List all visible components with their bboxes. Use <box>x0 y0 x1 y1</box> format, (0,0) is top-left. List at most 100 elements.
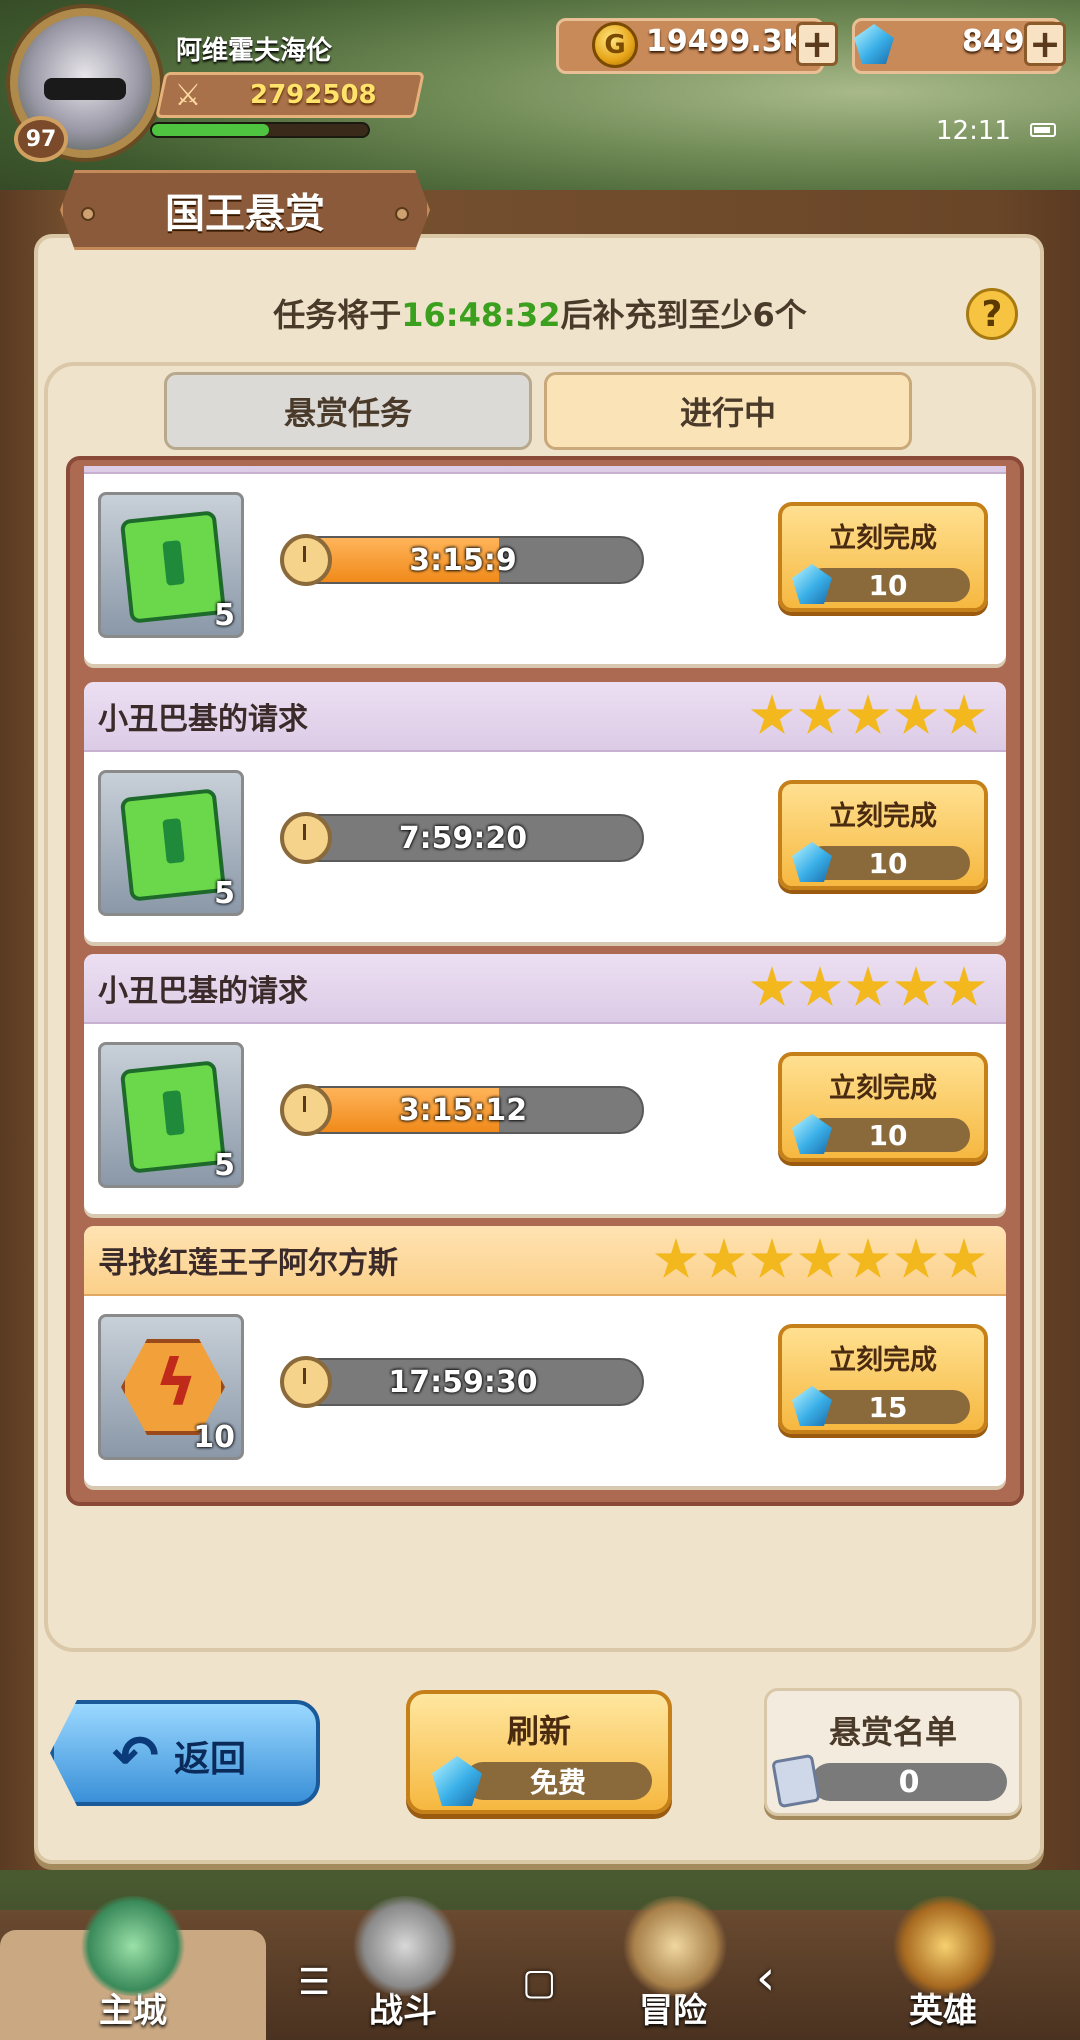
star-icon <box>894 694 938 735</box>
complete-now-button[interactable]: 立刻完成 10 <box>778 1052 988 1162</box>
help-button[interactable]: ? <box>966 288 1018 340</box>
quest-title: 小丑巴基的请求 <box>98 974 308 1009</box>
system-home-button[interactable]: ▢ <box>522 1962 556 2003</box>
stopwatch-icon <box>280 534 332 586</box>
add-gems-button[interactable]: + <box>1024 22 1066 66</box>
exp-bar <box>150 122 370 138</box>
power-value: 2792508 <box>250 80 377 110</box>
complete-now-button[interactable]: 立刻完成 15 <box>778 1324 988 1434</box>
page-title: 国王悬赏 <box>165 191 325 237</box>
quest-list-scroll[interactable]: 5 3:15:9 立刻完成 10 小丑巴基的请求 5 7:59:20 立刻完成 10 小丑巴基的请… <box>84 466 1006 1496</box>
rivet-icon <box>395 207 409 221</box>
star-icon <box>894 966 938 1007</box>
complete-now-label: 立刻完成 <box>829 1345 937 1376</box>
exp-bar-fill <box>152 124 269 136</box>
stopwatch-icon <box>280 1356 332 1408</box>
return-arrow-icon: ↶ <box>112 1724 159 1789</box>
scroll-icon <box>119 510 227 624</box>
quest-body: 5 3:15:12 立刻完成 10 <box>84 1024 1006 1214</box>
complete-cost: 10 <box>806 1118 970 1152</box>
quest-title: 寻找红莲王子阿尔方斯 <box>98 1246 398 1281</box>
complete-cost: 10 <box>806 568 970 602</box>
reward-item[interactable]: 5 <box>98 1042 244 1188</box>
complete-now-label: 立刻完成 <box>829 1073 937 1104</box>
refill-prefix: 任务将于 <box>273 296 402 334</box>
star-icon <box>846 966 890 1007</box>
quest-timer-text: 3:15:9 <box>409 542 517 578</box>
quest-timer-text: 17:59:30 <box>388 1364 538 1400</box>
crossed-swords-icon <box>350 1896 460 1996</box>
complete-cost: 15 <box>806 1390 970 1424</box>
stopwatch-icon <box>280 1084 332 1136</box>
star-icon <box>942 966 986 1007</box>
gold-coin-icon: G <box>592 22 638 68</box>
player-name: 阿维霍夫海伦 <box>176 36 333 66</box>
reward-item[interactable]: 5 <box>98 770 244 916</box>
crossed-swords-icon: ⚔ <box>174 78 202 113</box>
system-menu-button[interactable]: ☰ <box>298 1962 330 2003</box>
scroll-icon <box>119 1060 227 1174</box>
tab-bounty-tasks[interactable]: 悬赏任务 <box>164 372 532 450</box>
complete-now-button[interactable]: 立刻完成 10 <box>778 502 988 612</box>
complete-now-label: 立刻完成 <box>829 801 937 832</box>
stopwatch-icon <box>280 812 332 864</box>
star-icon <box>846 694 890 735</box>
star-icon <box>702 1238 746 1279</box>
avatar-blindfold <box>44 78 126 100</box>
roster-label: 悬赏名单 <box>828 1713 957 1751</box>
bounty-roster-button[interactable]: 悬赏名单 0 <box>764 1688 1022 1816</box>
star-icon <box>798 1238 842 1279</box>
quest-list[interactable]: 5 3:15:9 立刻完成 10 小丑巴基的请求 5 7:59:20 立刻完成 10 小丑巴基的请… <box>66 456 1024 1506</box>
complete-now-button[interactable]: 立刻完成 10 <box>778 780 988 890</box>
tab-in-progress[interactable]: 进行中 <box>544 372 912 450</box>
quest-body: 5 3:15:9 立刻完成 10 <box>84 474 1006 664</box>
star-icon <box>798 694 842 735</box>
quest-header: 寻找红莲王子阿尔方斯 <box>84 1226 1006 1296</box>
hero-helmet-icon <box>890 1896 1000 1996</box>
item-quantity: 5 <box>214 598 235 633</box>
star-icon <box>942 694 986 735</box>
add-gold-button[interactable]: + <box>796 22 838 66</box>
quest-card[interactable]: 小丑巴基的请求 5 7:59:20 立刻完成 10 <box>84 682 1006 942</box>
refill-timer: 16:48:32 <box>401 296 561 334</box>
star-icon <box>798 966 842 1007</box>
refill-notice: 任务将于16:48:32后补充到至少6个 <box>0 290 1080 336</box>
reward-item[interactable]: 10 <box>98 1314 244 1460</box>
quest-stars <box>654 1238 986 1284</box>
quest-timer-text: 3:15:12 <box>398 1092 528 1128</box>
star-icon <box>750 1238 794 1279</box>
refill-suffix: 后补充到至少6个 <box>560 296 807 334</box>
status-time: 12:11 <box>936 116 1011 146</box>
quest-timer-bar: 17:59:30 <box>282 1358 644 1406</box>
refresh-button[interactable]: 刷新 免费 <box>406 1690 672 1814</box>
quest-timer-bar: 3:15:9 <box>282 536 644 584</box>
castle-portal-icon <box>78 1896 188 1996</box>
quest-header <box>84 466 1006 474</box>
refresh-cost: 免费 <box>464 1762 652 1800</box>
star-icon <box>654 1238 698 1279</box>
quest-title: 小丑巴基的请求 <box>98 702 308 737</box>
quest-card[interactable]: 寻找红莲王子阿尔方斯 10 17:59:30 立刻完成 15 <box>84 1226 1006 1486</box>
complete-now-label: 立刻完成 <box>829 523 937 554</box>
item-quantity: 5 <box>214 1148 235 1183</box>
gold-amount: 19499.3K <box>646 24 806 59</box>
quest-stars <box>750 966 986 1012</box>
roster-count: 0 <box>811 1763 1007 1801</box>
star-icon <box>750 694 794 735</box>
quest-body: 10 17:59:30 立刻完成 15 <box>84 1296 1006 1486</box>
quest-body: 5 7:59:20 立刻完成 10 <box>84 752 1006 942</box>
star-icon <box>942 1238 986 1279</box>
system-back-button[interactable]: ‹ <box>756 1950 775 2006</box>
quest-header: 小丑巴基的请求 <box>84 682 1006 752</box>
quest-stars <box>750 694 986 740</box>
reward-item[interactable]: 5 <box>98 492 244 638</box>
star-icon <box>846 1238 890 1279</box>
star-icon <box>894 1238 938 1279</box>
quest-timer-bar: 3:15:12 <box>282 1086 644 1134</box>
quest-card[interactable]: 小丑巴基的请求 5 3:15:12 立刻完成 10 <box>84 954 1006 1214</box>
title-plate: 国王悬赏 <box>60 170 430 250</box>
quest-card[interactable]: 5 3:15:9 立刻完成 10 <box>84 466 1006 664</box>
scroll-paper-icon <box>771 1753 821 1809</box>
back-button[interactable]: ↶ 返回 <box>50 1700 320 1806</box>
item-quantity: 10 <box>193 1420 235 1455</box>
